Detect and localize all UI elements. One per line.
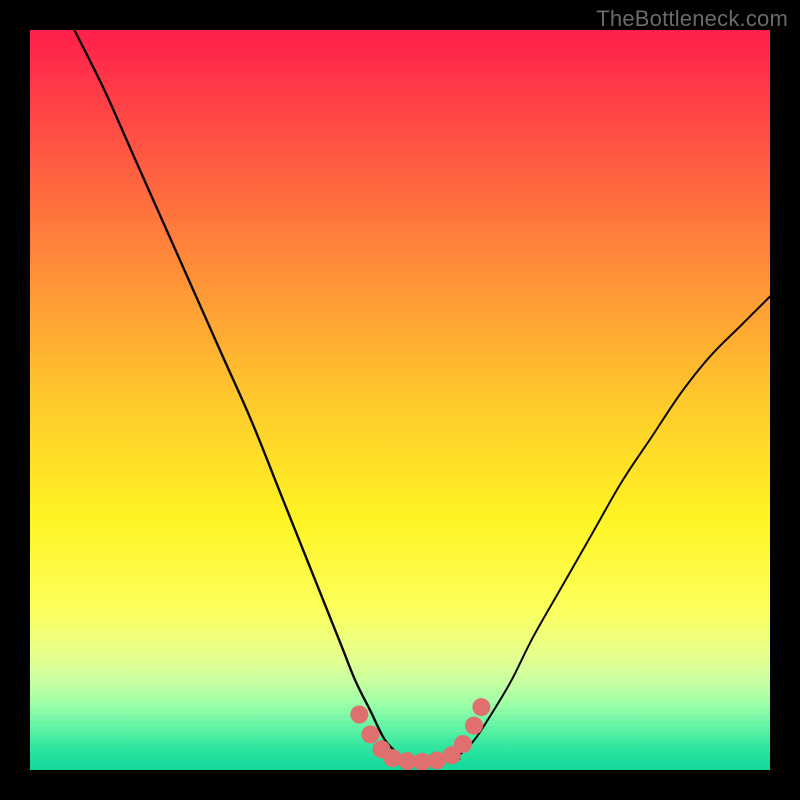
valley-marker (361, 725, 379, 743)
valley-marker (472, 698, 490, 716)
watermark-text: TheBottleneck.com (596, 6, 788, 32)
curves-svg (30, 30, 770, 770)
marker-layer (350, 698, 490, 770)
curve-layer (74, 30, 770, 763)
left-curve-path (74, 30, 400, 755)
outer-frame: TheBottleneck.com (0, 0, 800, 800)
valley-marker (454, 735, 472, 753)
valley-marker (384, 749, 402, 767)
right-curve-path (459, 296, 770, 755)
valley-marker (465, 717, 483, 735)
plot-area (30, 30, 770, 770)
valley-marker (350, 706, 368, 724)
